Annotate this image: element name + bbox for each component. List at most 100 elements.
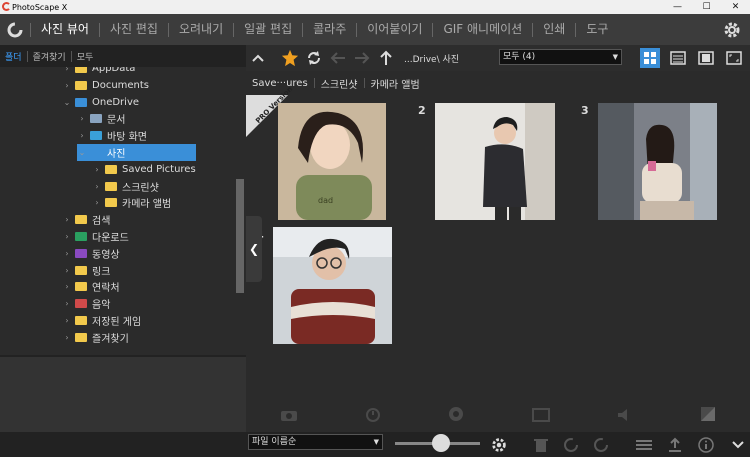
folder-icon: [105, 164, 117, 174]
menu-collage[interactable]: 콜라주: [303, 14, 356, 45]
tree-item[interactable]: › 문서: [77, 110, 125, 127]
tree-item[interactable]: › 동영상: [62, 245, 120, 262]
tree-scrollbar[interactable]: [236, 75, 244, 355]
scrollbar-thumb[interactable]: [236, 179, 244, 293]
share-upload-icon[interactable]: [665, 435, 685, 455]
chevron-right-icon[interactable]: ›: [62, 316, 72, 325]
tree-item[interactable]: ⌄ 사진: [77, 144, 196, 161]
info-icon[interactable]: [696, 435, 716, 455]
zoom-slider-knob[interactable]: [432, 434, 450, 452]
chevron-right-icon[interactable]: ›: [62, 282, 72, 291]
chevron-down-icon[interactable]: [728, 435, 748, 455]
sort-select[interactable]: 파일 이름순 ▼: [248, 434, 383, 450]
chevron-right-icon[interactable]: ›: [92, 182, 102, 191]
tree-item[interactable]: › 바탕 화면: [77, 127, 147, 144]
chevron-down-icon[interactable]: ⌄: [77, 148, 87, 157]
thumbnail-image[interactable]: [435, 103, 555, 220]
tree-item[interactable]: › 스크린샷: [92, 178, 159, 195]
tree-item[interactable]: › Documents: [62, 77, 149, 94]
chevron-right-icon[interactable]: ›: [77, 114, 87, 123]
tree-item[interactable]: › 검색: [62, 211, 110, 228]
tab-folders[interactable]: 폴더: [0, 50, 27, 63]
maximize-button[interactable]: ☐: [692, 0, 721, 14]
rotate-right-icon[interactable]: [591, 435, 611, 455]
tree-item[interactable]: › 연락처: [62, 278, 120, 295]
speaker-icon[interactable]: [617, 407, 633, 426]
fullscreen-icon[interactable]: [724, 48, 744, 68]
folder-icon: [105, 198, 117, 208]
refresh-icon[interactable]: [302, 47, 326, 69]
collapse-left-panel-button[interactable]: ❮: [246, 216, 262, 282]
chevron-down-icon[interactable]: ⌄: [62, 98, 72, 107]
quick-link-saved-pictures[interactable]: Save···ures: [246, 78, 314, 89]
tree-item[interactable]: › 카메라 앨범: [92, 194, 171, 211]
chevron-right-icon[interactable]: ›: [62, 67, 72, 73]
chevron-right-icon[interactable]: ›: [62, 215, 72, 224]
favorite-star-icon[interactable]: [278, 47, 302, 69]
chevron-right-icon[interactable]: ›: [62, 299, 72, 308]
menu-photo-editor[interactable]: 사진 편집: [100, 14, 168, 45]
menu-batch[interactable]: 일괄 편집: [234, 14, 302, 45]
tree-item-label: 스크린샷: [122, 182, 159, 194]
film-icon[interactable]: [531, 407, 550, 426]
menu-gif-animation[interactable]: GIF 애니메이션: [433, 14, 532, 45]
tree-item[interactable]: › Saved Pictures: [92, 161, 195, 178]
tab-all[interactable]: 모두: [72, 50, 99, 63]
back-arrow-icon[interactable]: [326, 47, 350, 69]
chevron-right-icon[interactable]: ›: [62, 81, 72, 90]
chevron-right-icon[interactable]: ›: [92, 165, 102, 174]
up-arrow-icon[interactable]: [374, 47, 398, 69]
tree-item[interactable]: ⌄ OneDrive: [62, 94, 139, 111]
list-view-icon[interactable]: [668, 48, 688, 68]
thumbnail-image[interactable]: [598, 103, 717, 220]
tree-item-label: OneDrive: [92, 96, 140, 108]
menu-tools[interactable]: 도구: [576, 14, 618, 45]
collapse-up-icon[interactable]: [246, 47, 270, 69]
tree-item-label: 연락처: [92, 283, 120, 295]
chevron-right-icon[interactable]: ›: [62, 333, 72, 342]
chevron-right-icon[interactable]: ›: [62, 232, 72, 241]
tree-item-label: 즐겨찾기: [92, 333, 129, 345]
exposure-icon[interactable]: [700, 406, 716, 426]
menu-combine[interactable]: 이어붙이기: [357, 14, 432, 45]
tree-item-label: 저장된 게임: [92, 317, 142, 328]
chevron-right-icon[interactable]: ›: [62, 266, 72, 275]
adjust-sliders-icon[interactable]: [634, 435, 654, 455]
tree-item[interactable]: › AppData: [62, 67, 135, 77]
tree-item[interactable]: › 저장된 게임: [62, 312, 141, 329]
quick-link-camera-roll[interactable]: 카메라 앨범: [365, 76, 426, 91]
forward-arrow-icon[interactable]: [350, 47, 374, 69]
tree-item[interactable]: › 즐겨찾기: [62, 329, 129, 346]
tree-item[interactable]: › 다운로드: [62, 228, 129, 245]
tree-item[interactable]: › 링크: [62, 262, 110, 279]
quick-link-screenshots[interactable]: 스크린샷: [315, 76, 364, 91]
trash-icon[interactable]: [531, 435, 551, 455]
chevron-right-icon[interactable]: ›: [77, 131, 87, 140]
settings-gear-icon[interactable]: [722, 20, 742, 44]
menu-print[interactable]: 인쇄: [533, 14, 575, 45]
photoscape-logo-icon[interactable]: [0, 14, 30, 45]
tree-item-label: AppData: [92, 67, 136, 74]
menu-photo-viewer[interactable]: 사진 뷰어: [31, 14, 99, 45]
thumbnail-settings-gear-icon[interactable]: [489, 435, 509, 455]
aperture-icon[interactable]: [448, 406, 464, 426]
rotate-left-icon[interactable]: [561, 435, 581, 455]
filter-select[interactable]: 모두 (4) ▼: [499, 49, 622, 65]
thumbnail-image[interactable]: [273, 227, 392, 344]
left-lower-panel: [0, 355, 246, 432]
camera-icon[interactable]: [280, 407, 298, 426]
thumbnail-image[interactable]: dad: [278, 103, 386, 220]
single-view-icon[interactable]: [696, 48, 716, 68]
chevron-right-icon[interactable]: ›: [62, 249, 72, 258]
timer-icon[interactable]: [365, 406, 381, 426]
tree-item-label: 사진: [107, 149, 126, 160]
main-menu-bar: 사진 뷰어 사진 편집 오려내기 일괄 편집 콜라주 이어붙이기 GIF 애니메…: [0, 14, 750, 45]
menu-cut-out[interactable]: 오려내기: [169, 14, 233, 45]
tab-favorites[interactable]: 즐겨찾기: [28, 50, 71, 63]
chevron-right-icon[interactable]: ›: [92, 198, 102, 207]
tree-item[interactable]: › 음악: [62, 295, 110, 312]
minimize-button[interactable]: —: [663, 0, 692, 14]
folder-icon: [75, 265, 87, 275]
grid-view-icon[interactable]: [640, 48, 660, 68]
close-button[interactable]: ✕: [721, 0, 750, 14]
